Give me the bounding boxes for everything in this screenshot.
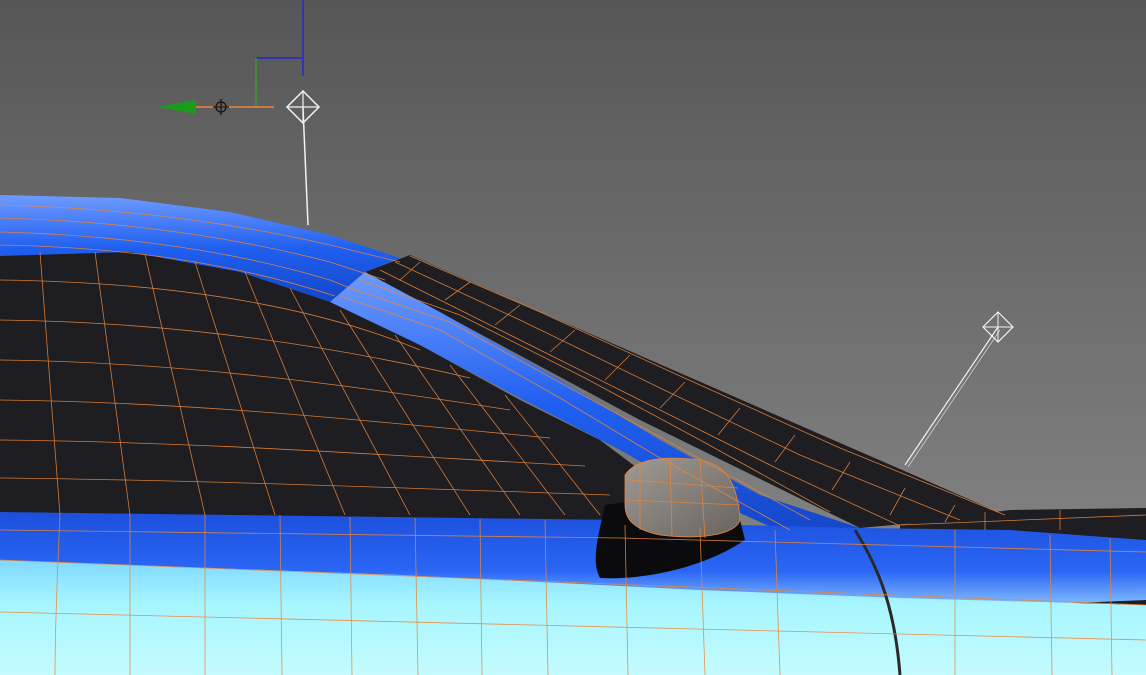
viewport-scene[interactable] [0,0,1146,675]
3d-viewport[interactable] [0,0,1146,675]
